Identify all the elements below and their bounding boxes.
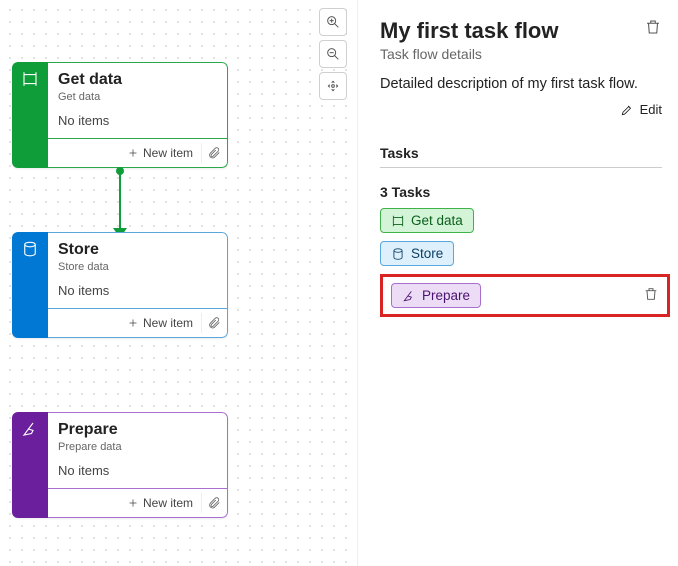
task-chips: Get data Store Prepare — [380, 208, 662, 317]
node-get-data[interactable]: Get data Get data No items New item — [12, 62, 228, 168]
tasks-heading: Tasks — [380, 145, 662, 161]
node-subtitle: Store data — [58, 261, 217, 273]
paperclip-icon — [207, 496, 221, 510]
tasks-count: 3 Tasks — [380, 184, 662, 200]
plus-icon — [127, 317, 139, 329]
flow-canvas[interactable]: Get data Get data No items New item — [0, 0, 358, 566]
zoom-out-icon — [325, 46, 341, 62]
node-empty-text: No items — [58, 463, 217, 478]
new-item-label: New item — [143, 146, 193, 160]
task-chip-get-data[interactable]: Get data — [380, 208, 474, 233]
node-subtitle: Get data — [58, 91, 217, 103]
node-prepare[interactable]: Prepare Prepare data No items New item — [12, 412, 228, 518]
attachment-button[interactable] — [201, 313, 221, 333]
node-header: Get data Get data No items — [48, 62, 228, 139]
task-chip-prepare[interactable]: Prepare — [391, 283, 481, 308]
task-chip-selected-row: Prepare — [380, 274, 670, 317]
zoom-out-button[interactable] — [319, 40, 347, 68]
new-item-label: New item — [143, 316, 193, 330]
node-store[interactable]: Store Store data No items New item — [12, 232, 228, 338]
fit-view-icon — [325, 78, 341, 94]
node-header: Prepare Prepare data No items — [48, 412, 228, 489]
panel-subtitle: Task flow details — [380, 46, 662, 62]
details-panel: My first task flow Task flow details Det… — [358, 0, 678, 566]
node-empty-text: No items — [58, 283, 217, 298]
node-footer: New item — [48, 489, 228, 518]
scroll-icon — [391, 214, 405, 228]
plus-icon — [127, 147, 139, 159]
paperclip-icon — [207, 316, 221, 330]
plus-icon — [127, 497, 139, 509]
node-body: Store Store data No items New item — [48, 232, 228, 338]
node-title: Get data — [58, 71, 217, 89]
zoom-controls — [319, 8, 347, 100]
paperclip-icon — [207, 146, 221, 160]
broom-icon — [402, 289, 416, 303]
node-accent — [12, 412, 48, 518]
node-body: Prepare Prepare data No items New item — [48, 412, 228, 518]
new-item-label: New item — [143, 496, 193, 510]
panel-description: Detailed description of my first task fl… — [380, 76, 662, 92]
scroll-icon — [21, 70, 39, 88]
zoom-in-icon — [325, 14, 341, 30]
chip-label: Store — [411, 246, 443, 261]
attachment-button[interactable] — [201, 493, 221, 513]
edit-label: Edit — [640, 102, 662, 117]
edit-button[interactable]: Edit — [620, 102, 662, 117]
pencil-icon — [620, 103, 634, 117]
new-item-button[interactable]: New item — [123, 144, 197, 162]
node-subtitle: Prepare data — [58, 441, 217, 453]
new-item-button[interactable]: New item — [123, 494, 197, 512]
trash-icon — [643, 286, 659, 302]
attachment-button[interactable] — [201, 143, 221, 163]
trash-icon — [644, 18, 662, 36]
app-root: Get data Get data No items New item — [0, 0, 678, 566]
delete-task-button[interactable] — [643, 286, 659, 305]
task-chip-store[interactable]: Store — [380, 241, 454, 266]
database-icon — [391, 247, 405, 261]
panel-header: My first task flow — [380, 18, 662, 44]
node-header: Store Store data No items — [48, 232, 228, 309]
chip-label: Get data — [411, 213, 463, 228]
node-footer: New item — [48, 309, 228, 338]
panel-title: My first task flow — [380, 18, 558, 44]
node-empty-text: No items — [58, 113, 217, 128]
node-accent — [12, 62, 48, 168]
new-item-button[interactable]: New item — [123, 314, 197, 332]
node-title: Prepare — [58, 421, 217, 439]
zoom-in-button[interactable] — [319, 8, 347, 36]
node-footer: New item — [48, 139, 228, 168]
tasks-divider — [380, 167, 662, 168]
broom-icon — [21, 420, 39, 438]
chip-label: Prepare — [422, 288, 470, 303]
node-title: Store — [58, 241, 217, 259]
database-icon — [21, 240, 39, 258]
node-accent — [12, 232, 48, 338]
connector-line — [119, 170, 121, 232]
delete-flow-button[interactable] — [644, 18, 662, 39]
node-body: Get data Get data No items New item — [48, 62, 228, 168]
fit-view-button[interactable] — [319, 72, 347, 100]
edit-row: Edit — [380, 102, 662, 117]
